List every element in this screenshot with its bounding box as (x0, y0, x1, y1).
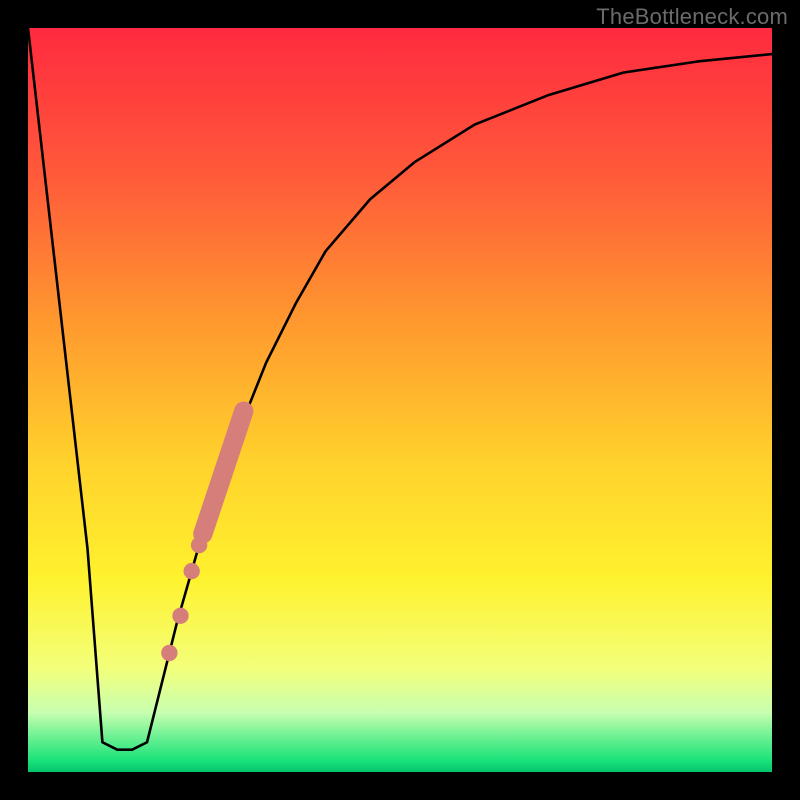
highlight-dot (172, 608, 188, 624)
highlight-dot (161, 645, 177, 661)
highlight-dot (183, 563, 199, 579)
highlight-bar (203, 411, 244, 534)
highlight-dot (191, 537, 207, 553)
watermark-text: TheBottleneck.com (596, 4, 788, 30)
plot-area (28, 28, 772, 772)
chart-frame: TheBottleneck.com (0, 0, 800, 800)
bottleneck-curve (28, 28, 772, 750)
highlight-group (161, 411, 244, 661)
curve-layer (28, 28, 772, 772)
